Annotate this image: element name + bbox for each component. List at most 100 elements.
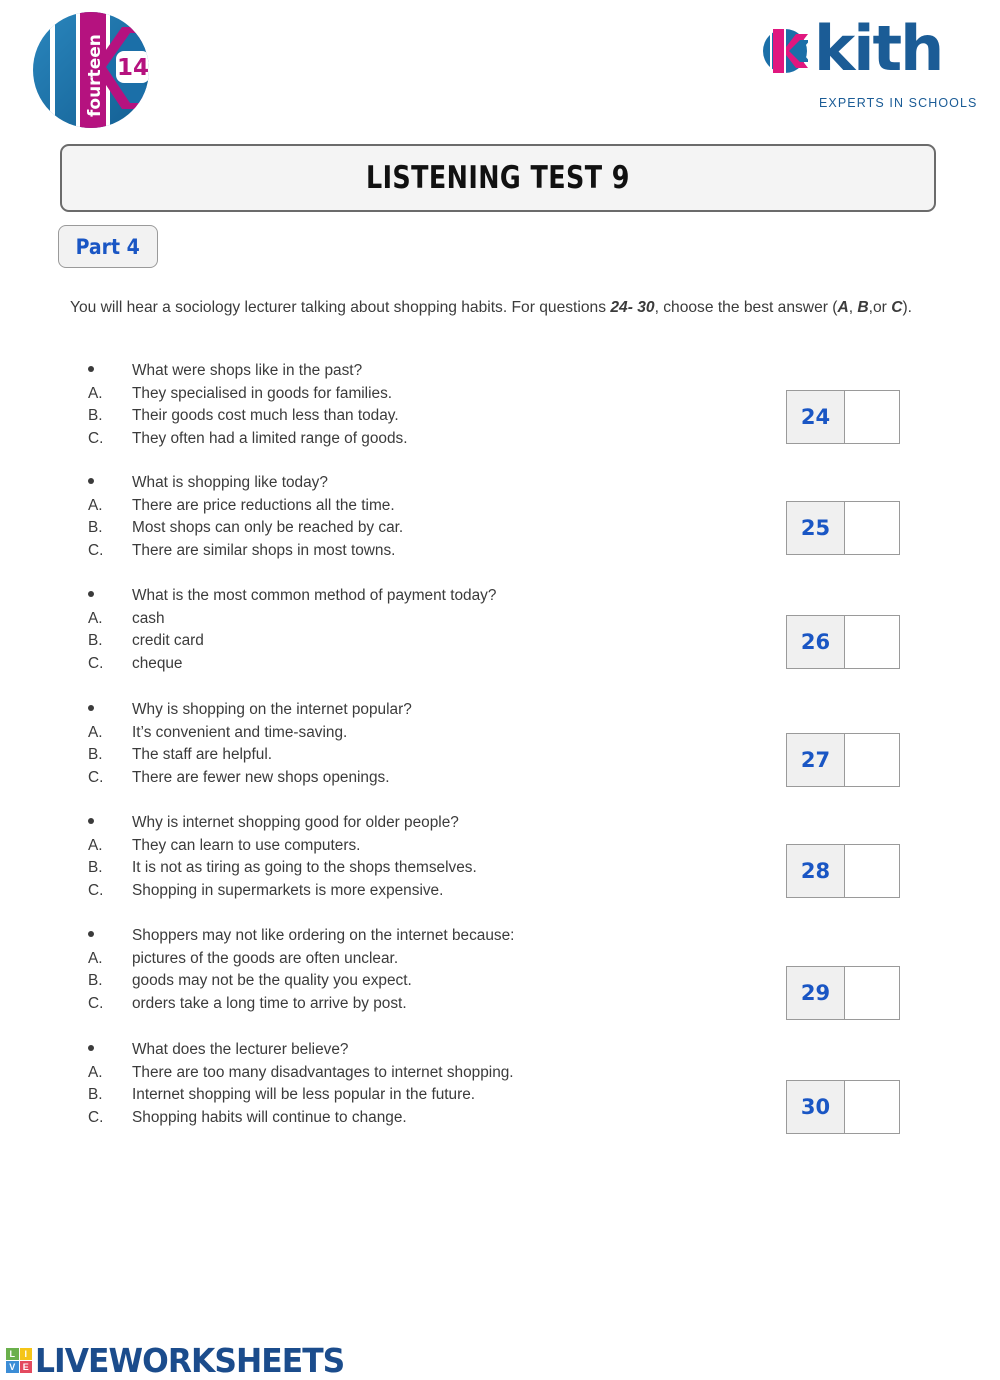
- option-letter: A.: [88, 609, 103, 627]
- liveworksheets-grid-cell: L: [6, 1348, 19, 1360]
- option-letter: A.: [88, 384, 103, 402]
- liveworksheets-grid-cell: E: [19, 1361, 32, 1373]
- option-row: B. It is not as tiring as going to the sh…: [0, 859, 477, 882]
- option-letter: B.: [88, 407, 103, 425]
- kith-tagline: EXPERTS IN SCHOOLS: [819, 96, 978, 110]
- answer-input[interactable]: [845, 391, 899, 443]
- bullet-dot-icon: [88, 590, 94, 597]
- option-letter: C.: [88, 541, 104, 559]
- answer-number: 25: [787, 502, 845, 554]
- option-text: They can learn to use computers.: [132, 836, 361, 854]
- option-row: B. Their goods cost much less than today.: [0, 407, 408, 430]
- option-text: It is not as tiring as going to the shop…: [132, 859, 477, 877]
- option-text: There are too many disadvantages to inte…: [132, 1063, 514, 1081]
- answer-input[interactable]: [845, 845, 899, 897]
- liveworksheets-grid-cell: V: [6, 1361, 19, 1373]
- question-prompt-row: What does the lecturer believe?: [0, 1041, 514, 1064]
- question-block: What is the most common method of paymen…: [0, 587, 496, 677]
- answer-number: 26: [787, 616, 845, 668]
- instructions-option-c: C: [891, 299, 903, 316]
- option-text: The staff are helpful.: [132, 746, 273, 764]
- option-text: credit card: [132, 632, 204, 650]
- option-letter: A.: [88, 949, 103, 967]
- liveworksheets-grid-icon: LIVE: [6, 1348, 32, 1373]
- option-row: A. They specialised in goods for families…: [0, 385, 408, 408]
- answer-box: 27: [786, 733, 900, 787]
- option-row: B. Internet shopping will be less popular…: [0, 1086, 514, 1109]
- bullet-dot-icon: [88, 704, 94, 711]
- option-letter: A.: [88, 836, 103, 854]
- answer-box: 25: [786, 501, 900, 555]
- question-prompt: What is shopping like today?: [132, 474, 328, 491]
- option-letter: C.: [88, 654, 104, 672]
- question-prompt: Why is internet shopping good for older …: [132, 814, 459, 831]
- option-row: C. There are similar shops in most towns.: [0, 542, 403, 565]
- option-row: A. pictures of the goods are often unclea…: [0, 950, 514, 973]
- option-text: They often had a limited range of goods.: [132, 429, 408, 447]
- question-block: What does the lecturer believe? A. There a…: [0, 1041, 514, 1131]
- option-text: Internet shopping will be less popular i…: [132, 1086, 476, 1104]
- instructions-option-b: B: [857, 299, 869, 316]
- page-title-bar: LISTENING TEST 9: [60, 144, 936, 212]
- option-letter: A.: [88, 496, 103, 514]
- liveworksheets-grid-cell: I: [19, 1348, 32, 1360]
- option-text: orders take a long time to arrive by pos…: [132, 994, 407, 1012]
- part-badge: Part 4: [58, 225, 158, 268]
- question-prompt-row: Why is internet shopping good for older …: [0, 814, 477, 837]
- option-text: There are fewer new shops openings.: [132, 768, 390, 786]
- bullet-icon: [0, 814, 132, 832]
- option-row: C. They often had a limited range of good…: [0, 430, 408, 453]
- option-text: Shopping in supermarkets is more expensi…: [132, 881, 444, 899]
- answer-input[interactable]: [845, 967, 899, 1019]
- answer-box: 26: [786, 615, 900, 669]
- instructions-or: ,or: [868, 299, 892, 316]
- question-prompt-row: Shoppers may not like ordering on the in…: [0, 927, 514, 950]
- option-row: A. It’s convenient and time-saving.: [0, 724, 412, 747]
- instructions-lead: You will hear a sociology lecturer talki…: [70, 299, 611, 316]
- option-letter: B.: [88, 972, 103, 990]
- liveworksheets-wordmark: LIVEWORKSHEETS: [35, 1341, 345, 1380]
- part-badge-label: Part 4: [75, 234, 141, 259]
- option-letter: B.: [88, 1086, 103, 1104]
- bullet-icon: [0, 927, 132, 945]
- answer-number: 28: [787, 845, 845, 897]
- answer-number: 27: [787, 734, 845, 786]
- bullet-icon: [0, 1041, 132, 1059]
- svg-text:fourteen: fourteen: [85, 34, 105, 117]
- option-text: cash: [132, 609, 165, 627]
- page-title: LISTENING TEST 9: [366, 160, 630, 196]
- answer-input[interactable]: [845, 1081, 899, 1133]
- question-block: What is shopping like today? A. There are …: [0, 474, 403, 564]
- question-prompt-row: What is shopping like today?: [0, 474, 403, 497]
- option-row: B. credit card: [0, 632, 496, 655]
- option-row: A. There are price reductions all the tim…: [0, 497, 403, 520]
- option-text: cheque: [132, 654, 183, 672]
- option-letter: C.: [88, 429, 104, 447]
- option-letter: B.: [88, 519, 103, 537]
- option-text: pictures of the goods are often unclear.: [132, 949, 399, 967]
- bullet-dot-icon: [88, 930, 94, 937]
- answer-input[interactable]: [845, 734, 899, 786]
- option-row: B. goods may not be the quality you expec…: [0, 972, 514, 995]
- liveworksheets-footer: LIVE LIVEWORKSHEETS: [6, 1341, 361, 1380]
- bullet-icon: [0, 362, 132, 380]
- question-prompt-row: What were shops like in the past?: [0, 362, 408, 385]
- bullet-icon: [0, 701, 132, 719]
- instructions-end: ).: [902, 299, 912, 316]
- option-letter: B.: [88, 859, 103, 877]
- question-prompt: What were shops like in the past?: [132, 362, 363, 379]
- answer-number: 30: [787, 1081, 845, 1133]
- option-letter: B.: [88, 746, 103, 764]
- kith-brand-logo: kith EXPERTS IN SCHOOLS: [762, 18, 976, 117]
- answer-input[interactable]: [845, 502, 899, 554]
- instructions-middle: , choose the best answer (: [654, 299, 838, 316]
- option-row: C. Shopping habits will continue to chang…: [0, 1109, 514, 1132]
- answer-input[interactable]: [845, 616, 899, 668]
- option-text: It’s convenient and time-saving.: [132, 723, 348, 741]
- kith-circle-icon: [763, 29, 808, 73]
- option-text: There are price reductions all the time.: [132, 496, 395, 514]
- bullet-dot-icon: [88, 1044, 94, 1051]
- question-prompt: What is the most common method of paymen…: [132, 587, 497, 604]
- option-text: There are similar shops in most towns.: [132, 541, 396, 559]
- option-row: B. Most shops can only be reached by car.: [0, 519, 403, 542]
